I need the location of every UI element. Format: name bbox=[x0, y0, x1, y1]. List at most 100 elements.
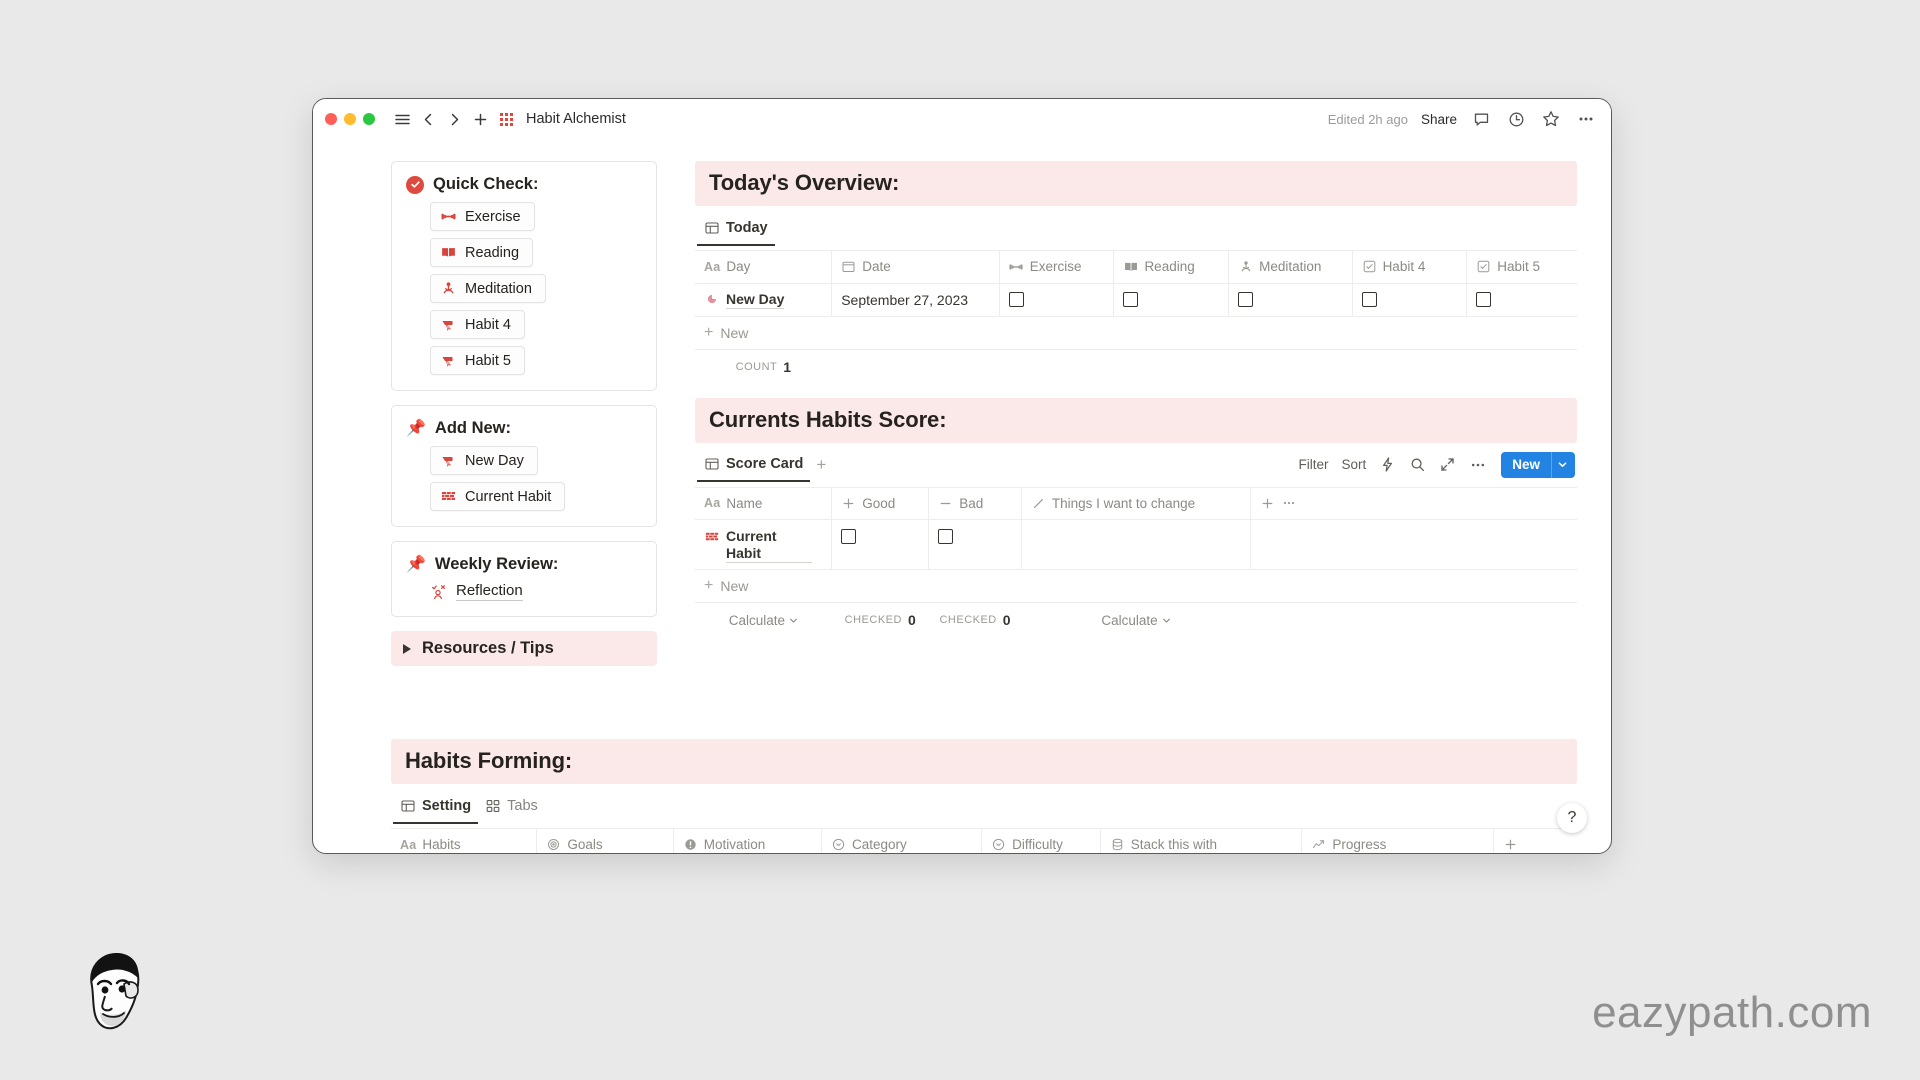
footer-good-checked[interactable]: CHECKED 0 bbox=[832, 603, 929, 637]
cell-habit4-checkbox[interactable] bbox=[1352, 283, 1468, 317]
column-header-category[interactable]: Category bbox=[821, 829, 983, 853]
cell-exercise-checkbox[interactable] bbox=[999, 283, 1115, 317]
column-header-motivation[interactable]: Motivation bbox=[673, 829, 823, 853]
more-ellipsis-icon[interactable] bbox=[1575, 108, 1597, 130]
triangle-right-icon[interactable] bbox=[403, 643, 411, 654]
column-header-habits[interactable]: Aa Habits bbox=[391, 829, 538, 853]
add-column-plus-icon[interactable] bbox=[1260, 496, 1275, 511]
cell-bad-checkbox[interactable] bbox=[928, 519, 1022, 570]
column-header-meditation[interactable]: Meditation bbox=[1228, 251, 1353, 284]
column-header-exercise[interactable]: Exercise bbox=[999, 251, 1115, 284]
more-ellipsis-icon[interactable] bbox=[1281, 496, 1296, 511]
add-new-day-button[interactable]: New Day bbox=[430, 446, 538, 475]
document-title[interactable]: Habit Alchemist bbox=[526, 111, 626, 127]
person-check-icon bbox=[430, 583, 447, 600]
brick-wall-icon bbox=[704, 529, 719, 544]
checkbox-unchecked[interactable] bbox=[841, 529, 857, 544]
cell-date[interactable]: September 27, 2023 bbox=[831, 283, 1000, 317]
cell-day[interactable]: New Day bbox=[695, 283, 833, 317]
column-label: Bad bbox=[959, 495, 984, 511]
add-view-plus-icon[interactable]: + bbox=[810, 456, 832, 481]
tab-today[interactable]: Today bbox=[697, 220, 775, 246]
today-count-summary[interactable]: COUNT 1 bbox=[695, 350, 832, 384]
maximize-window-button[interactable] bbox=[363, 113, 375, 125]
table-row[interactable]: Current Habit bbox=[695, 519, 1577, 570]
column-header-add[interactable] bbox=[1250, 487, 1577, 520]
pencil-icon bbox=[1031, 496, 1046, 511]
cell-name[interactable]: Current Habit bbox=[695, 519, 833, 570]
more-ellipsis-icon[interactable] bbox=[1469, 456, 1486, 473]
help-button[interactable]: ? bbox=[1557, 803, 1587, 833]
weekly-review-card: 📌 Weekly Review: Reflection bbox=[391, 541, 657, 617]
column-header-good[interactable]: Good bbox=[831, 487, 930, 520]
tab-setting[interactable]: Setting bbox=[393, 798, 479, 824]
add-current-habit-button[interactable]: Current Habit bbox=[430, 482, 566, 511]
new-record-button[interactable]: New bbox=[1501, 451, 1575, 478]
filter-button[interactable]: Filter bbox=[1298, 457, 1328, 472]
column-header-goals[interactable]: Goals bbox=[536, 829, 674, 853]
quick-check-exercise-button[interactable]: Exercise bbox=[430, 202, 535, 231]
clock-history-icon[interactable] bbox=[1505, 108, 1527, 130]
expand-icon[interactable] bbox=[1439, 456, 1456, 473]
checkbox-unchecked[interactable] bbox=[1361, 292, 1377, 307]
hamburger-icon[interactable] bbox=[389, 106, 415, 132]
tab-score-card[interactable]: Score Card bbox=[697, 456, 811, 482]
comment-icon[interactable] bbox=[1470, 108, 1492, 130]
reflection-link[interactable]: Reflection bbox=[456, 582, 523, 601]
column-header-habit5[interactable]: Habit 5 bbox=[1466, 251, 1577, 284]
close-window-button[interactable] bbox=[325, 113, 337, 125]
column-header-reading[interactable]: Reading bbox=[1113, 251, 1230, 284]
quick-check-meditation-button[interactable]: Meditation bbox=[430, 274, 546, 303]
resources-tips-toggle[interactable]: Resources / Tips bbox=[391, 631, 657, 666]
lightning-icon[interactable] bbox=[1379, 456, 1396, 473]
cell-habit5-checkbox[interactable] bbox=[1466, 283, 1577, 317]
footer-calculate-name[interactable]: Calculate bbox=[695, 603, 832, 637]
cell-good-checkbox[interactable] bbox=[831, 519, 930, 570]
column-header-name[interactable]: Aa Name bbox=[695, 487, 833, 520]
screenshot-root: Habit Alchemist Edited 2h ago Share Quic… bbox=[0, 0, 1920, 1080]
today-new-row-button[interactable]: + New bbox=[695, 317, 1577, 350]
column-header-add[interactable] bbox=[1493, 829, 1577, 853]
sort-button[interactable]: Sort bbox=[1341, 457, 1366, 472]
habits-score-heading: Currents Habits Score: bbox=[695, 397, 1577, 443]
column-header-progress[interactable]: Progress bbox=[1301, 829, 1495, 853]
window-controls[interactable] bbox=[325, 113, 375, 125]
quick-check-habit4-button[interactable]: Habit 4 bbox=[430, 310, 525, 339]
column-header-difficulty[interactable]: Difficulty bbox=[981, 829, 1101, 853]
footer-calculate-things[interactable]: Calculate bbox=[1021, 603, 1250, 637]
chevron-down-icon[interactable] bbox=[1551, 451, 1575, 478]
search-icon[interactable] bbox=[1409, 456, 1426, 473]
column-header-day[interactable]: Aa Day bbox=[695, 251, 833, 284]
today-footer: COUNT 1 bbox=[695, 350, 1577, 384]
minimize-window-button[interactable] bbox=[344, 113, 356, 125]
checkbox-unchecked[interactable] bbox=[1476, 292, 1492, 307]
column-header-date[interactable]: Date bbox=[831, 251, 1000, 284]
quick-check-habit5-button[interactable]: Habit 5 bbox=[430, 346, 525, 375]
column-header-stack-this-with[interactable]: Stack this with bbox=[1100, 829, 1303, 853]
add-column-plus-icon[interactable] bbox=[1503, 837, 1518, 852]
title-bar: Habit Alchemist Edited 2h ago Share bbox=[313, 99, 1611, 139]
column-header-things-to-change[interactable]: Things I want to change bbox=[1021, 487, 1252, 520]
star-favorite-icon[interactable] bbox=[1540, 108, 1562, 130]
cell-reading-checkbox[interactable] bbox=[1113, 283, 1230, 317]
cell-things-to-change[interactable] bbox=[1021, 519, 1252, 570]
column-header-bad[interactable]: Bad bbox=[928, 487, 1022, 520]
forward-chevron-right-icon[interactable] bbox=[441, 106, 467, 132]
quick-check-reading-button[interactable]: Reading bbox=[430, 238, 534, 267]
new-page-plus-icon[interactable] bbox=[467, 106, 493, 132]
share-button[interactable]: Share bbox=[1421, 112, 1457, 127]
checkbox-unchecked[interactable] bbox=[1008, 292, 1024, 307]
table-row[interactable]: New Day September 27, 2023 bbox=[695, 283, 1577, 317]
cell-meditation-checkbox[interactable] bbox=[1228, 283, 1353, 317]
quick-check-item-label: Habit 5 bbox=[465, 352, 511, 369]
checkbox-unchecked[interactable] bbox=[1238, 292, 1254, 307]
checkbox-unchecked[interactable] bbox=[1123, 292, 1139, 307]
tab-tabs[interactable]: Tabs bbox=[478, 798, 545, 823]
row-title: New Day bbox=[726, 290, 785, 309]
score-new-row-button[interactable]: + New bbox=[695, 570, 1577, 603]
calendar-icon bbox=[841, 259, 856, 274]
footer-bad-checked[interactable]: CHECKED 0 bbox=[929, 603, 1022, 637]
checkbox-unchecked[interactable] bbox=[938, 529, 954, 544]
column-header-habit4[interactable]: Habit 4 bbox=[1352, 251, 1468, 284]
back-chevron-left-icon[interactable] bbox=[415, 106, 441, 132]
